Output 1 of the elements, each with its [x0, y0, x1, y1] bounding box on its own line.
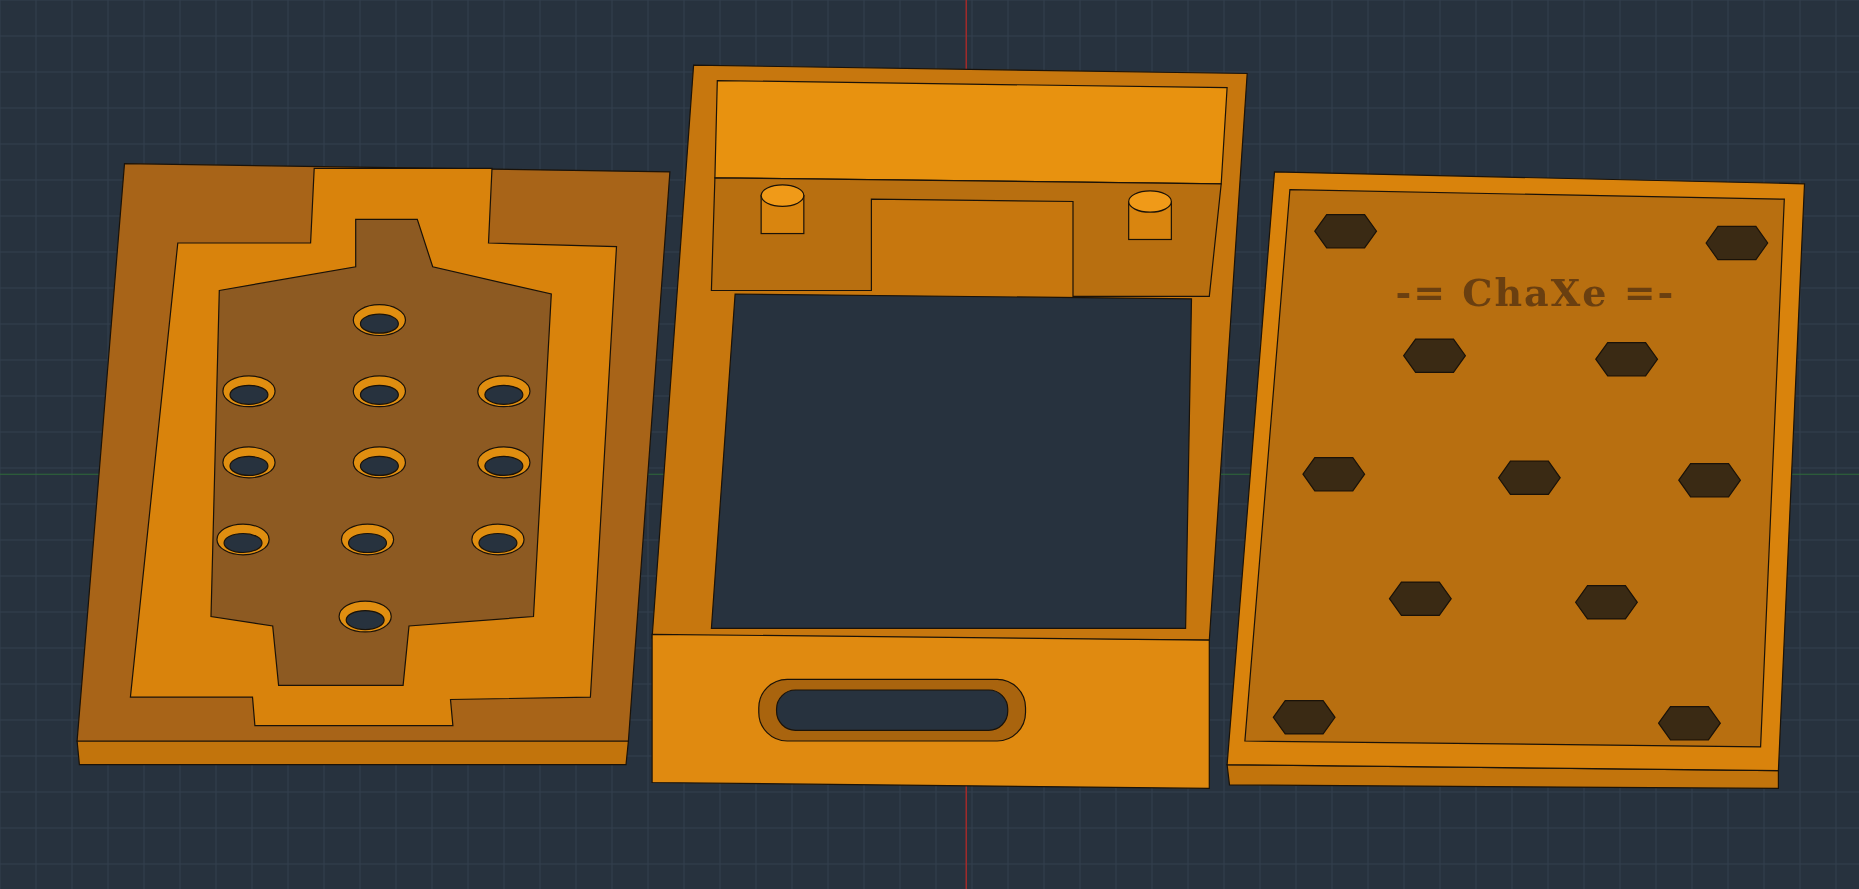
- engraved-text: -= ChaXe =-: [1395, 269, 1676, 315]
